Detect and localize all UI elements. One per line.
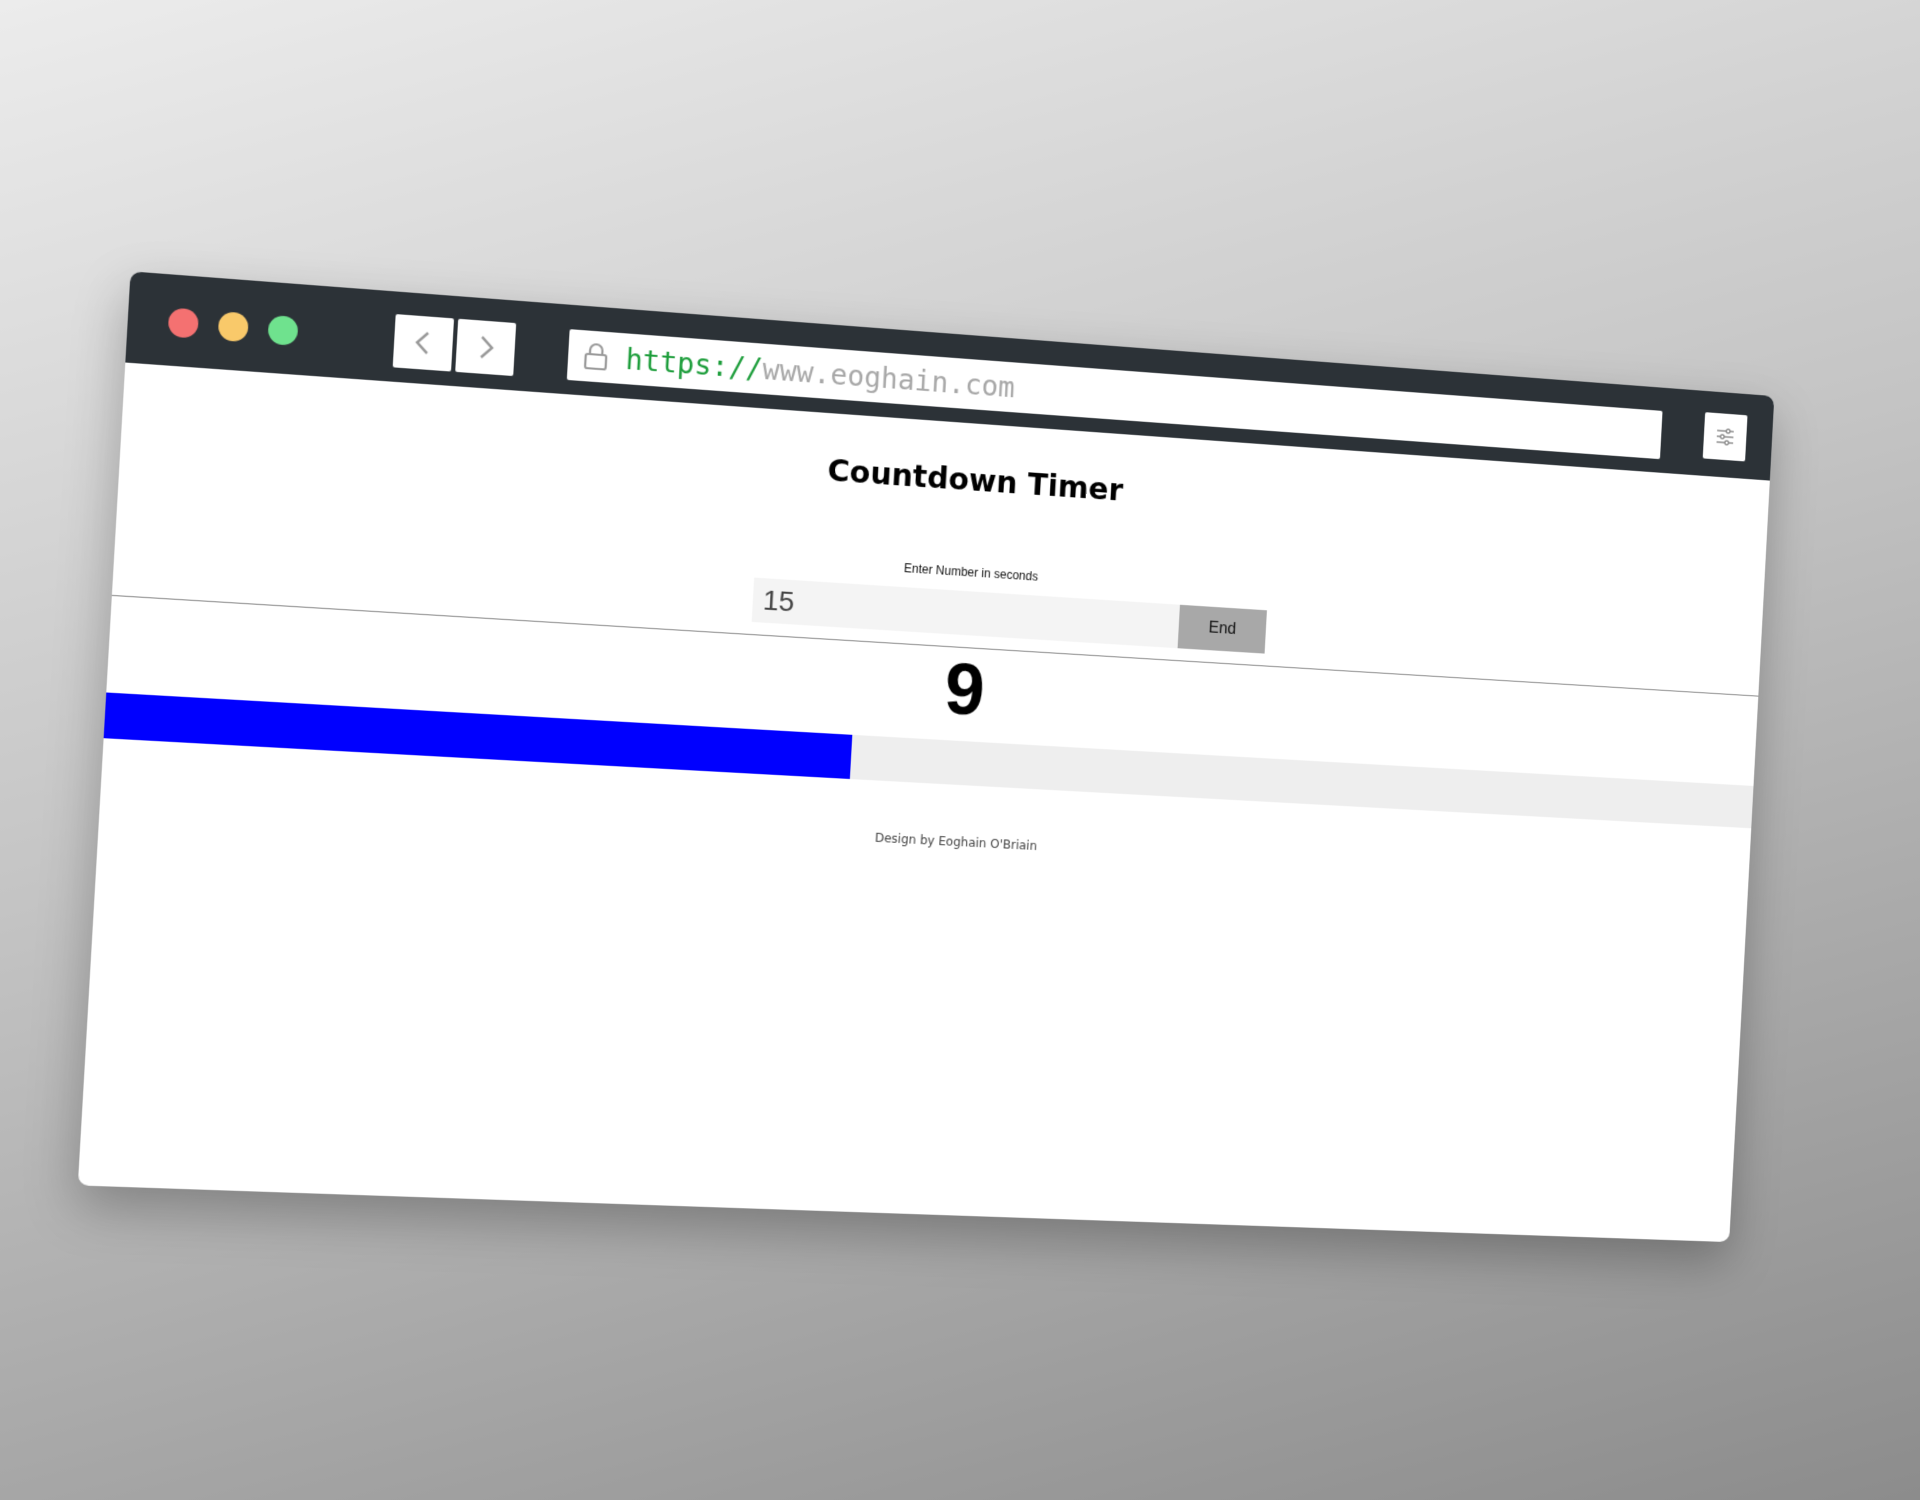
scene-background: https://www.eoghain.com Countdown Timer … <box>0 0 1920 1500</box>
back-button[interactable] <box>392 314 455 372</box>
maximize-window-button[interactable] <box>267 314 299 346</box>
close-window-button[interactable] <box>167 307 200 339</box>
chevron-left-icon <box>411 329 435 357</box>
chevron-right-icon <box>474 333 498 361</box>
minimize-window-button[interactable] <box>217 311 249 343</box>
settings-menu-button[interactable] <box>1702 412 1748 462</box>
lock-icon <box>580 340 612 373</box>
url-scheme: https:// <box>624 342 764 386</box>
page-content: Countdown Timer Enter Number in seconds … <box>78 363 1770 1243</box>
browser-window: https://www.eoghain.com Countdown Timer … <box>77 271 1775 1243</box>
forward-button[interactable] <box>455 318 517 377</box>
end-button[interactable]: End <box>1177 604 1267 654</box>
sliders-icon <box>1713 424 1736 449</box>
url-host: www.eoghain.com <box>761 352 1016 404</box>
